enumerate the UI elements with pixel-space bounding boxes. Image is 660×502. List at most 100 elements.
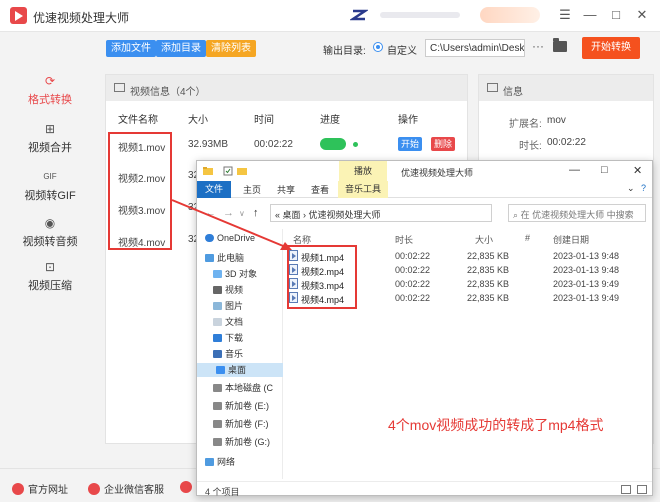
folder-icon: [203, 167, 213, 175]
file-duration: 00:02:22: [395, 293, 431, 303]
tab-file[interactable]: 文件: [197, 181, 231, 198]
details-view-icon[interactable]: [621, 485, 631, 494]
output-path-input[interactable]: C:\Users\admin\Deskto: [425, 39, 525, 57]
compress-icon: ⊡: [44, 260, 56, 274]
column-header: 文件名称: [118, 115, 158, 126]
large-icons-view-icon[interactable]: [637, 485, 647, 494]
expand-ribbon-icon[interactable]: ⌄: [627, 183, 635, 194]
clear-list-button[interactable]: 清除列表: [206, 40, 256, 57]
sidebar-item-format-convert[interactable]: ⟳ 格式转换: [0, 74, 100, 114]
sidebar-item-label: 格式转换: [28, 94, 72, 106]
menu-icon[interactable]: ☰: [555, 6, 575, 24]
custom-label: 自定义: [387, 46, 417, 57]
status-dot: [353, 142, 358, 147]
qq-icon[interactable]: [180, 481, 196, 494]
nav-label: 新加卷 (E:): [225, 401, 269, 411]
forward-arrow-icon[interactable]: →: [223, 207, 234, 219]
sidebar-item-compress[interactable]: ⊡ 视频压缩: [0, 260, 100, 300]
computer-icon: [205, 254, 214, 262]
recent-chevron-icon[interactable]: ∨: [239, 209, 245, 218]
column-header[interactable]: 时长: [395, 233, 413, 246]
drive-icon: [213, 438, 222, 446]
nav-item-drive-g[interactable]: 新加卷 (G:): [213, 435, 270, 449]
properties-icon[interactable]: [223, 166, 233, 176]
nav-item-music[interactable]: 音乐: [213, 347, 243, 361]
column-header[interactable]: #: [525, 233, 530, 243]
gif-icon: GIF: [43, 172, 57, 181]
minimize-icon[interactable]: —: [580, 6, 600, 24]
nav-item-drive-f[interactable]: 新加卷 (F:): [213, 417, 269, 431]
address-bar[interactable]: « 桌面 › 优速视频处理大师: [270, 204, 492, 222]
drive-icon: [213, 402, 222, 410]
row-size: 32.93MB: [188, 139, 229, 150]
tab-view[interactable]: 查看: [311, 183, 329, 196]
nav-label: 桌面: [228, 365, 247, 375]
back-arrow-icon[interactable]: ←: [205, 207, 216, 219]
tab-share[interactable]: 共享: [277, 183, 295, 196]
nav-label: 文档: [225, 317, 244, 327]
close-icon[interactable]: ✕: [633, 164, 642, 177]
image-icon: [114, 83, 125, 92]
sidebar-item-merge[interactable]: ⊞ 视频合并: [0, 122, 100, 162]
tab-music-tools[interactable]: 音乐工具: [338, 181, 388, 198]
converted-files-highlight: [287, 245, 357, 309]
desktop-icon: [216, 366, 225, 374]
column-header[interactable]: 大小: [475, 233, 493, 246]
new-folder-icon[interactable]: [237, 166, 247, 176]
play-tab[interactable]: 播放: [339, 161, 387, 181]
website-link[interactable]: 官方网址: [12, 481, 68, 496]
search-icon: ⌕: [513, 210, 519, 220]
add-dir-button[interactable]: 添加目录: [156, 40, 206, 57]
network-icon: [205, 458, 214, 466]
blurred-promo-button[interactable]: [480, 7, 540, 23]
nav-item-network[interactable]: 网络: [205, 455, 235, 469]
nav-item-desktop[interactable]: 桌面: [197, 363, 283, 377]
toolbar: 添加文件 添加目录 清除列表 输出目录: 自定义 C:\Users\admin\…: [100, 32, 660, 68]
add-file-button[interactable]: 添加文件: [106, 40, 156, 57]
nav-item-drive-e[interactable]: 新加卷 (E:): [213, 399, 269, 413]
nav-item-onedrive[interactable]: OneDrive: [205, 233, 255, 247]
start-all-button[interactable]: 开始转换: [582, 37, 640, 59]
explorer-title: 优速视频处理大师: [401, 168, 474, 178]
panel-title: 视频信息（4个）: [130, 87, 206, 98]
search-input[interactable]: ⌕ 在 优速视频处理大师 中搜索: [508, 204, 646, 222]
video-icon: [213, 286, 222, 294]
nav-item-documents[interactable]: 文档: [213, 315, 243, 329]
browse-button[interactable]: ···: [532, 39, 544, 53]
address-prefix: «: [275, 210, 281, 220]
progress-toggle: [320, 138, 346, 150]
file-duration: 00:02:22: [395, 265, 431, 275]
wechat-support-link[interactable]: 企业微信客服: [88, 481, 164, 496]
sidebar-item-audio[interactable]: ◉ 视频转音频: [0, 216, 100, 256]
nav-item-downloads[interactable]: 下载: [213, 331, 243, 345]
image-icon: [487, 83, 498, 92]
minimize-icon[interactable]: —: [569, 164, 580, 176]
tab-home[interactable]: 主页: [243, 183, 261, 196]
maximize-icon[interactable]: □: [601, 164, 608, 176]
row-delete-button[interactable]: 删除: [431, 137, 456, 151]
nav-item-drive-c[interactable]: 本地磁盘 (C: [213, 381, 273, 395]
help-icon[interactable]: ?: [641, 183, 646, 193]
nav-item-pictures[interactable]: 图片: [213, 299, 243, 313]
ext-label: 扩展名:: [509, 119, 542, 130]
cloud-icon: [205, 234, 214, 242]
nav-item-3d-objects[interactable]: 3D 对象: [213, 267, 257, 281]
nav-label: 下载: [225, 333, 244, 343]
row-start-button[interactable]: 开始: [398, 137, 423, 151]
duration-value: 00:02:22: [547, 137, 586, 148]
up-arrow-icon[interactable]: ↑: [253, 207, 259, 219]
maximize-icon[interactable]: □: [606, 6, 626, 24]
sidebar-item-gif[interactable]: GIF 视频转GIF: [0, 170, 100, 210]
sidebar-item-label: 视频合并: [28, 142, 72, 154]
file-size: 22,835 KB: [467, 265, 510, 275]
close-icon[interactable]: ✕: [632, 6, 652, 24]
open-folder-icon[interactable]: [553, 38, 567, 52]
nav-item-videos[interactable]: 视频: [213, 283, 243, 297]
sidebar-item-label: 视频转GIF: [24, 190, 76, 202]
column-header[interactable]: 创建日期: [553, 233, 589, 246]
nav-item-this-pc[interactable]: 此电脑: [205, 251, 244, 265]
custom-radio[interactable]: [373, 42, 383, 52]
website-label: 官方网址: [28, 485, 68, 496]
info-header: 信息: [479, 75, 653, 101]
file-duration: 00:02:22: [395, 279, 431, 289]
